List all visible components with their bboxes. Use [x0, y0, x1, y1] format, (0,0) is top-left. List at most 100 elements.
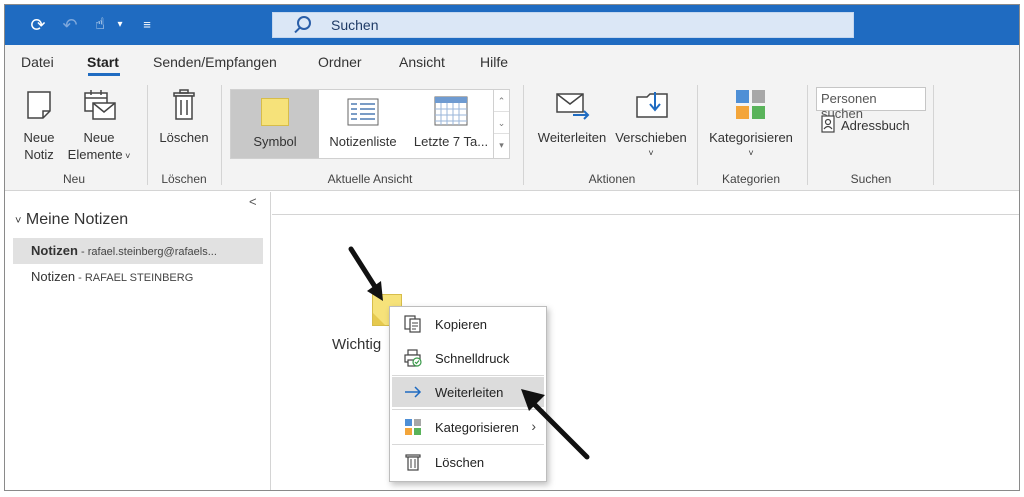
collapse-pane-icon[interactable]: <: [249, 194, 257, 209]
touch-mode-icon[interactable]: ☝: [89, 13, 111, 37]
undo-icon[interactable]: ↶: [59, 13, 81, 37]
chevron-down-icon: ˅: [648, 148, 654, 158]
delete-label: Löschen: [159, 130, 209, 145]
menu-item-label: Löschen: [435, 455, 485, 470]
view-notizenliste-label: Notizenliste: [329, 134, 397, 149]
active-tab-indicator: [88, 73, 120, 76]
tab-datei[interactable]: Datei: [21, 54, 54, 70]
address-book-icon: [821, 115, 835, 133]
menu-item-schnelldruck[interactable]: Schnelldruck: [392, 343, 544, 373]
view-notizenliste[interactable]: Notizenliste: [319, 90, 407, 158]
search-icon: [297, 16, 311, 30]
note-thumbnail-icon: [261, 98, 289, 126]
folder-name: Notizen: [31, 269, 76, 284]
ribbon-separator: [147, 85, 148, 185]
trash-icon: [405, 454, 421, 471]
folder-account: - rafael.steinberg@rafaels...: [77, 246, 217, 258]
forward-button[interactable]: Weiterleiten: [533, 87, 611, 167]
categorize-button[interactable]: Kategorisieren ˅: [705, 87, 797, 167]
sync-icon[interactable]: ⟳: [27, 13, 49, 37]
tab-ordner[interactable]: Ordner: [318, 54, 362, 70]
folder-account: - RAFAEL STEINBERG: [75, 272, 194, 284]
tab-senden-empfangen[interactable]: Senden/Empfangen: [153, 54, 277, 70]
menu-item-label: Schnelldruck: [435, 351, 510, 366]
move-label: Verschieben: [615, 130, 687, 145]
note-fold-icon: [373, 313, 385, 325]
new-items-icon: [84, 90, 116, 120]
group-label-loeschen: Löschen: [161, 172, 207, 186]
copy-icon: [404, 315, 421, 333]
tab-hilfe[interactable]: Hilfe: [480, 54, 508, 70]
new-note-label-1: Neue: [23, 130, 55, 145]
title-bar: ⟳ ↶ ☝ ▾ ≡ Suchen: [5, 5, 1019, 45]
menu-item-label: Weiterleiten: [435, 385, 504, 400]
view-symbol-label: Symbol: [253, 134, 297, 149]
folder-group-header[interactable]: ˅ Meine Notizen: [15, 211, 128, 229]
content-divider: [272, 214, 1019, 215]
categorize-icon: [736, 90, 765, 119]
view-letzte-7-tage[interactable]: Letzte 7 Ta...: [407, 90, 495, 158]
folder-pane: < ˅ Meine Notizen Notizen - rafael.stein…: [5, 192, 271, 490]
forward-arrow-icon: [405, 386, 422, 398]
chevron-down-icon: ˅: [122, 151, 131, 161]
menu-separator: [392, 375, 544, 376]
tab-start[interactable]: Start: [87, 54, 119, 70]
people-search-input[interactable]: Personen suchen: [816, 87, 926, 121]
menu-item-label: Kopieren: [435, 317, 488, 332]
group-label-suchen: Suchen: [850, 172, 892, 186]
folder-item-notizen-account[interactable]: Notizen - rafael.steinberg@rafaels...: [13, 238, 263, 264]
move-button[interactable]: Verschieben ˅: [611, 87, 691, 167]
view-letzte-7-tage-label: Letzte 7 Ta...: [413, 134, 489, 149]
chevron-down-icon: ˅: [748, 148, 754, 158]
customize-icon[interactable]: ≡: [139, 13, 155, 37]
new-note-button[interactable]: Neue Notiz: [15, 87, 63, 167]
group-label-kategorien: Kategorien: [721, 172, 781, 186]
gallery-scroll: ⌃ ⌄ ▾: [493, 90, 509, 158]
new-items-button[interactable]: Neue Elemente ˅: [63, 87, 135, 167]
ribbon: Neue Notiz Neue Elemente ˅ Neu Löschen L…: [5, 79, 1019, 191]
ribbon-tabs: Datei Start Senden/Empfangen Ordner Ansi…: [5, 45, 1019, 79]
address-book-label: Adressbuch: [841, 118, 910, 133]
folder-item-notizen-rafael[interactable]: Notizen - RAFAEL STEINBERG: [13, 264, 263, 290]
new-items-label-1: Neue: [83, 130, 115, 145]
group-label-aktuelle-ansicht: Aktuelle Ansicht: [327, 172, 413, 186]
ribbon-separator: [221, 85, 222, 185]
categorize-icon: [405, 419, 421, 435]
ribbon-separator: [523, 85, 524, 185]
forward-label: Weiterleiten: [537, 130, 607, 145]
outlook-window: ⟳ ↶ ☝ ▾ ≡ Suchen Datei Start Senden/Empf…: [4, 4, 1020, 491]
new-note-label-2: Notiz: [24, 147, 54, 162]
quick-print-icon: [404, 349, 422, 367]
new-note-icon: [27, 91, 51, 119]
search-input[interactable]: Suchen: [272, 12, 854, 38]
group-label-aktionen: Aktionen: [588, 172, 636, 186]
gallery-scroll-down[interactable]: ⌄: [494, 112, 509, 134]
group-label-neu: Neu: [62, 172, 85, 186]
gallery-more[interactable]: ▾: [494, 134, 509, 156]
annotation-arrow-icon: [348, 246, 383, 301]
gallery-scroll-up[interactable]: ⌃: [494, 90, 509, 112]
dropdown-icon[interactable]: ▾: [113, 13, 127, 37]
note-list-icon: [347, 98, 379, 126]
menu-item-kopieren[interactable]: Kopieren: [392, 309, 544, 339]
view-gallery: Symbol Notizenliste Letzte 7 Ta... ⌃ ⌄ ▾: [230, 89, 510, 159]
folder-name: Notizen: [31, 243, 78, 258]
ribbon-separator: [697, 85, 698, 185]
trash-icon: [173, 89, 195, 120]
ribbon-separator: [807, 85, 808, 185]
tab-ansicht[interactable]: Ansicht: [399, 54, 445, 70]
search-placeholder: Suchen: [331, 17, 379, 33]
new-items-label-2: Elemente: [67, 147, 123, 162]
notes-view: Wichtig: [272, 192, 1019, 490]
ribbon-separator: [933, 85, 934, 185]
annotation-arrow-icon: [521, 389, 590, 460]
chevron-down-icon: ˅: [15, 215, 22, 227]
forward-mail-icon: [556, 93, 590, 120]
folder-group-label: Meine Notizen: [25, 211, 129, 228]
address-book-button[interactable]: Adressbuch: [819, 115, 929, 137]
move-folder-icon: [636, 92, 668, 118]
view-symbol[interactable]: Symbol: [231, 90, 319, 158]
delete-button[interactable]: Löschen: [155, 87, 213, 167]
note-label[interactable]: Wichtig: [332, 336, 381, 353]
categorize-label: Kategorisieren: [709, 130, 793, 145]
